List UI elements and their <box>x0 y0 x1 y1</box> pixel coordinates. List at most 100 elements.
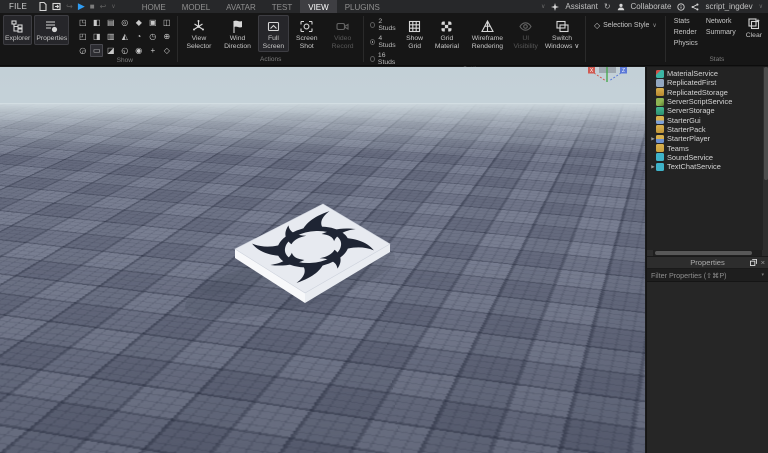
explorer-item-teams[interactable]: Teams <box>647 143 768 152</box>
orientation-gizmo[interactable]: X Z <box>588 67 627 82</box>
explorer-item-materialservice[interactable]: MaterialService <box>647 69 768 78</box>
stud-option-16[interactable]: 16 Studs <box>370 52 397 66</box>
ui-visibility-button[interactable]: UI Visibility <box>511 15 540 52</box>
show-option-icon[interactable]: ◭ <box>118 30 131 43</box>
explorer-item-soundservice[interactable]: SoundService <box>647 153 768 162</box>
radio-selected-icon[interactable] <box>370 39 375 45</box>
stud-option-2[interactable]: 2 Studs <box>370 18 397 32</box>
stop-icon[interactable]: ■ <box>90 2 95 11</box>
network-stats-toggle[interactable]: Network <box>706 18 736 25</box>
viewport-3d[interactable]: X Z <box>0 67 645 453</box>
collaborate-person-icon <box>617 3 625 11</box>
close-icon[interactable]: × <box>761 258 765 267</box>
wind-direction-button[interactable]: Wind Direction <box>219 15 257 52</box>
show-option-icon[interactable]: ◳ <box>76 16 89 29</box>
gizmo-z-axis <box>609 73 621 81</box>
show-option-icon[interactable]: ◫ <box>160 16 173 29</box>
show-option-icon[interactable]: ◆ <box>132 16 145 29</box>
overflow-caret-icon[interactable]: ∨ <box>541 3 545 10</box>
explorer-item-starterpack[interactable]: StarterPack <box>647 125 768 134</box>
ribbon: Explorer Properties ◳ ◧ ▤ ◎ ◆ ▣ ◫ ◰ ◨ ▥ … <box>0 13 768 66</box>
refresh-icon[interactable]: ↻ <box>604 2 611 11</box>
tab-avatar[interactable]: AVATAR <box>218 0 264 13</box>
show-option-icon[interactable]: ⊕ <box>160 30 173 43</box>
properties-panel-header: Properties × <box>647 256 768 269</box>
share-icon[interactable] <box>691 3 699 11</box>
undo-icon[interactable]: ↩ <box>100 2 107 11</box>
render-stats-toggle[interactable]: Render <box>674 29 698 36</box>
tab-test[interactable]: TEST <box>264 0 300 13</box>
explorer-item-replicatedstorage[interactable]: ReplicatedStorage <box>647 88 768 97</box>
properties-list-icon <box>44 19 59 34</box>
server-script-icon <box>656 98 664 106</box>
grid-material-button[interactable]: Grid Material <box>430 15 463 52</box>
panels-group: Explorer Properties <box>0 13 72 65</box>
properties-toggle-button[interactable]: Properties <box>34 15 69 45</box>
info-icon[interactable] <box>677 3 685 11</box>
explorer-vertical-scrollbar[interactable] <box>763 67 768 250</box>
redo-icon[interactable]: ↪ <box>66 2 73 11</box>
toolbar-options-caret-icon[interactable]: ∨ <box>111 3 115 10</box>
show-grid-button[interactable]: Show Grid <box>401 15 429 52</box>
show-option-icon[interactable]: ◰ <box>76 30 89 43</box>
show-option-icon[interactable]: ◇ <box>160 44 173 57</box>
tab-view[interactable]: VIEW <box>300 0 336 13</box>
show-option-icon[interactable]: ◔ <box>132 30 145 43</box>
new-file-icon[interactable] <box>39 2 47 11</box>
radio-icon[interactable] <box>370 56 375 62</box>
show-option-icon[interactable]: ◉ <box>132 44 145 57</box>
screen-shot-button[interactable]: Screen Shot <box>291 15 323 52</box>
ribbon-tabs: HOME MODEL AVATAR TEST VIEW PLUGINS <box>134 0 388 13</box>
show-option-icon[interactable]: ◵ <box>118 44 131 57</box>
explorer-toggle-button[interactable]: Explorer <box>3 15 32 45</box>
show-option-icon[interactable]: ◎ <box>118 16 131 29</box>
show-option-icon[interactable]: ◷ <box>146 30 159 43</box>
current-user-menu[interactable]: script_ingdev <box>705 2 752 11</box>
show-option-icon[interactable]: + <box>146 44 159 57</box>
play-icon[interactable]: ▶ <box>78 2 85 11</box>
explorer-item-startergui[interactable]: StarterGui <box>647 115 768 124</box>
show-option-icon[interactable]: ▤ <box>104 16 117 29</box>
show-option-icon-selected[interactable]: ▭ <box>90 44 103 57</box>
explorer-item-textchatservice[interactable]: ▶TextChatService <box>647 162 768 171</box>
wireframe-rendering-button[interactable]: Wireframe Rendering <box>465 15 509 52</box>
stats-toggle[interactable]: Stats <box>674 18 698 25</box>
publish-icon[interactable] <box>52 2 61 11</box>
explorer-item-starterplayer[interactable]: ▶StarterPlayer <box>647 134 768 143</box>
physics-stats-toggle[interactable]: Physics <box>674 40 698 47</box>
starter-gui-icon <box>656 116 664 124</box>
show-option-icon[interactable]: ◧ <box>90 16 103 29</box>
switch-windows-button[interactable]: Switch Windows ∨ <box>542 15 582 52</box>
clear-stats-button[interactable]: Clear <box>746 17 762 39</box>
show-option-icon[interactable]: ◪ <box>104 44 117 57</box>
scrollbar-thumb[interactable] <box>764 67 768 180</box>
settings-group: 2 Studs 4 Studs 16 Studs Show Grid Grid … <box>364 13 585 65</box>
video-record-button[interactable]: Video Record <box>325 15 360 52</box>
assistant-sparkle-icon <box>551 3 559 11</box>
show-option-icon[interactable]: ◨ <box>90 30 103 43</box>
user-caret-icon[interactable]: ∨ <box>759 3 763 10</box>
explorer-item-replicatedfirst[interactable]: ReplicatedFirst <box>647 78 768 87</box>
explorer-item-serverscriptservice[interactable]: ServerScriptService <box>647 97 768 106</box>
show-option-icon[interactable]: ◶ <box>76 44 89 57</box>
scrollbar-thumb[interactable] <box>655 251 752 255</box>
stud-option-4[interactable]: 4 Studs <box>370 35 397 49</box>
tab-model[interactable]: MODEL <box>174 0 218 13</box>
full-screen-button[interactable]: Full Screen <box>258 15 288 52</box>
radio-icon[interactable] <box>370 22 375 28</box>
explorer-panel[interactable]: MaterialService ReplicatedFirst Replicat… <box>647 67 768 250</box>
filter-properties-input[interactable]: Filter Properties (⇧⌘P) ▾ <box>647 269 768 282</box>
undock-icon[interactable] <box>750 259 757 266</box>
show-option-icon[interactable]: ▥ <box>104 30 117 43</box>
view-selector-button[interactable]: View Selector <box>181 15 217 52</box>
tab-plugins[interactable]: PLUGINS <box>337 0 388 13</box>
view-selector-icon <box>191 19 206 34</box>
file-menu[interactable]: FILE <box>5 2 31 11</box>
explorer-item-serverstorage[interactable]: ServerStorage <box>647 106 768 115</box>
summary-stats-toggle[interactable]: Summary <box>706 29 736 36</box>
collaborate-button[interactable]: Collaborate <box>631 2 672 11</box>
selection-style-dropdown[interactable]: ◇ Selection Style ∨ <box>594 21 657 30</box>
tab-home[interactable]: HOME <box>134 0 174 13</box>
show-option-icon[interactable]: ▣ <box>146 16 159 29</box>
assistant-button[interactable]: Assistant <box>565 2 597 11</box>
